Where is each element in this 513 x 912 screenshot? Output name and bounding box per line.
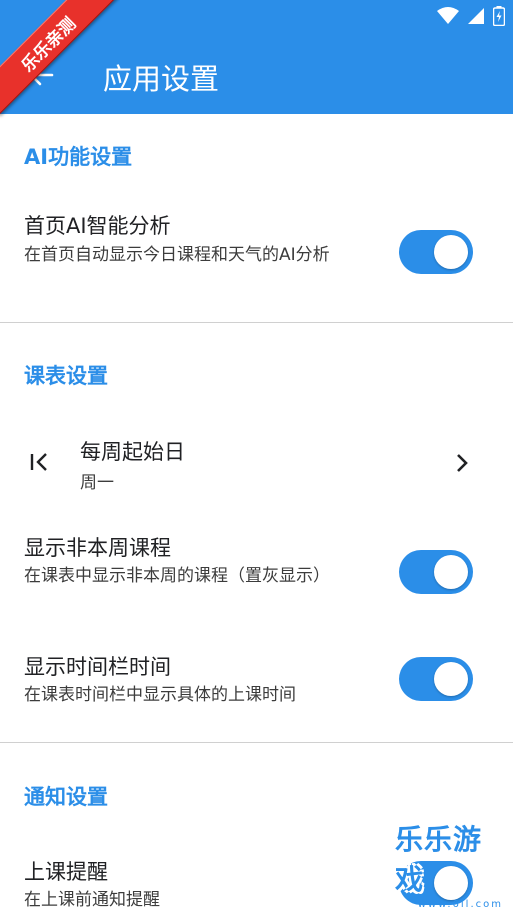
setting-row-home-ai[interactable]: 首页AI智能分析 在首页自动显示今日课程和天气的AI分析: [0, 195, 513, 320]
section-header-notification: 通知设置: [24, 785, 108, 809]
section-header-ai: AI功能设置: [24, 145, 133, 169]
setting-title: 显示时间栏时间: [24, 655, 171, 679]
setting-row-week-start[interactable]: [0, 420, 513, 508]
home-ai-toggle[interactable]: [399, 230, 473, 274]
setting-title: 显示非本周课程: [24, 536, 171, 560]
setting-subtitle: 在上课前通知提醒: [24, 890, 160, 910]
setting-row-show-time[interactable]: 显示时间栏时间 在课表时间栏中显示具体的上课时间: [0, 640, 513, 730]
status-icons: [437, 6, 505, 26]
week-start-value: 周一: [80, 473, 114, 493]
setting-subtitle: 在课表时间栏中显示具体的上课时间: [24, 685, 296, 705]
week-start-title: 每周起始日: [80, 440, 185, 464]
app-bar: 应用设置: [0, 0, 513, 114]
setting-subtitle: 在课表中显示非本周的课程（置灰显示）: [24, 566, 330, 586]
page-title: 应用设置: [103, 62, 220, 96]
status-bar: [0, 0, 513, 34]
toggle-knob: [434, 555, 468, 589]
setting-title: 上课提醒: [24, 860, 108, 884]
show-time-toggle[interactable]: [399, 657, 473, 701]
divider: [0, 322, 513, 323]
watermark-text: 乐乐游戏: [395, 823, 483, 896]
setting-row-show-non-week[interactable]: 显示非本周课程 在课表中显示非本周的课程（置灰显示）: [0, 520, 513, 630]
toggle-knob: [434, 662, 468, 696]
divider: [0, 742, 513, 743]
setting-title: 首页AI智能分析: [24, 214, 171, 238]
arrow-left-icon: [29, 64, 54, 86]
watermark-logo: 乐乐游戏 www.6ll.com: [395, 823, 513, 912]
show-non-week-toggle[interactable]: [399, 550, 473, 594]
battery-icon: [493, 6, 505, 26]
back-button[interactable]: [24, 58, 58, 92]
toggle-knob: [434, 235, 468, 269]
setting-subtitle: 在首页自动显示今日课程和天气的AI分析: [24, 245, 330, 265]
first-page-icon: [30, 453, 47, 471]
wifi-icon: [437, 7, 459, 24]
watermark-url: www.6ll.com: [417, 899, 503, 910]
section-header-schedule: 课表设置: [24, 364, 108, 388]
chevron-right-icon: [457, 454, 468, 472]
signal-icon: [468, 8, 484, 24]
